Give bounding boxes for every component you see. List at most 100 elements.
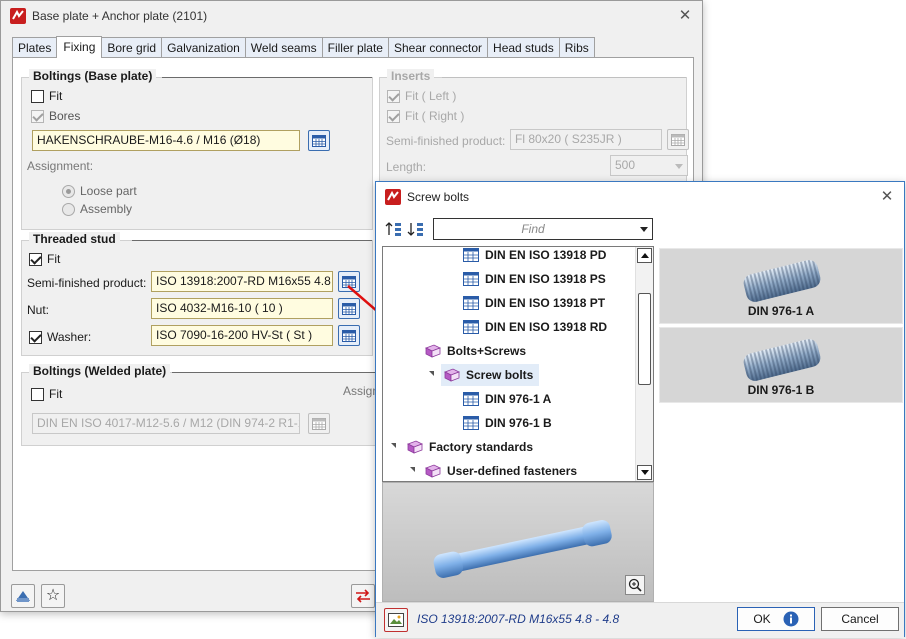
boltings-base-group: Boltings (Base plate) Fit Bores HAKENSCH…	[21, 69, 373, 230]
fit-right-checkbox[interactable]: Fit ( Right )	[387, 109, 464, 123]
length-value: 500	[615, 158, 636, 172]
washer-checkbox[interactable]: Washer:	[29, 330, 91, 344]
title-bar: Screw bolts ✕	[376, 182, 904, 212]
arrow-down-icon	[640, 470, 649, 475]
table-icon	[463, 248, 479, 262]
tab-bore-grid[interactable]: Bore grid	[101, 37, 163, 58]
cancel-button[interactable]: Cancel	[821, 607, 899, 631]
find-combobox[interactable]: Find	[433, 218, 653, 240]
tree-item[interactable]: Bolts+Screws	[425, 340, 526, 362]
welded-bolt-field[interactable]: DIN EN ISO 4017-M12-5.6 / M12 (DIN 974-2…	[32, 413, 300, 434]
sort-descending-button[interactable]	[406, 219, 426, 239]
fit-checkbox[interactable]: Fit	[31, 89, 62, 103]
tree-item-label: Bolts+Screws	[447, 344, 527, 358]
catalog-tree[interactable]: DIN EN ISO 13918 PD DIN EN ISO 13918 PS …	[382, 246, 654, 482]
table-icon	[463, 392, 479, 406]
catalog-browse-button[interactable]	[667, 129, 689, 150]
collapse-triangle-icon[interactable]	[429, 371, 434, 376]
scroll-down-button[interactable]	[637, 465, 652, 480]
stud-bolt-preview-image	[433, 520, 612, 578]
checkbox-label: Fit	[49, 89, 63, 103]
nut-label: Nut:	[27, 303, 50, 317]
result-label: DIN 976-1 A	[747, 304, 815, 318]
group-title: Boltings (Base plate)	[29, 69, 157, 83]
bolt-field[interactable]: HAKENSCHRAUBE-M16-4.6 / M16 (Ø18)	[32, 130, 300, 151]
tab-head-studs[interactable]: Head studs	[487, 37, 560, 58]
tree-item-label: Screw bolts	[466, 368, 534, 382]
checkbox-box	[29, 252, 42, 266]
zoom-button[interactable]	[625, 575, 645, 595]
insert-semi-field[interactable]: Fl 80x20 ( S235JR )	[510, 129, 662, 150]
tree-item[interactable]: DIN EN ISO 13918 PS	[463, 268, 606, 290]
table-icon	[463, 416, 479, 430]
scroll-thumb[interactable]	[638, 293, 651, 385]
fit-left-checkbox[interactable]: Fit ( Left )	[387, 89, 456, 103]
scroll-up-button[interactable]	[637, 248, 652, 263]
collapse-triangle-icon[interactable]	[410, 467, 415, 472]
sort-up-icon	[385, 222, 401, 236]
tab-filler-plate[interactable]: Filler plate	[321, 37, 389, 58]
close-icon[interactable]: ✕	[676, 7, 694, 25]
checkbox-label: Fit	[49, 387, 63, 401]
tab-fixing[interactable]: Fixing	[56, 36, 103, 58]
swap-button[interactable]	[351, 584, 375, 608]
threaded-stud-group: Threaded stud Fit Semi-finished product:…	[21, 232, 373, 356]
checkbox-box	[29, 330, 42, 344]
chevron-down-icon[interactable]	[640, 227, 648, 232]
nut-field[interactable]: ISO 4032-M16-10 ( 10 )	[151, 298, 333, 319]
tree-item-label: DIN 976-1 A	[485, 392, 552, 406]
threaded-rod-thumbnail	[743, 339, 821, 381]
bores-checkbox[interactable]: Bores	[31, 109, 80, 123]
collapse-triangle-icon[interactable]	[391, 443, 396, 448]
preview-button[interactable]	[11, 584, 35, 608]
ok-button[interactable]: OK	[737, 607, 815, 631]
tab-ribs[interactable]: Ribs	[558, 37, 595, 58]
catalog-icon	[312, 417, 326, 430]
result-card-din-976-1-b[interactable]: DIN 976-1 B	[659, 327, 903, 403]
screw-bolts-dialog: Screw bolts ✕ Find DIN EN ISO 13918 PD D…	[375, 181, 905, 638]
catalog-browse-button[interactable]	[308, 130, 330, 151]
info-icon[interactable]	[783, 611, 799, 627]
tree-item[interactable]: DIN 976-1 B	[463, 412, 552, 434]
radio-label: Loose part	[80, 184, 137, 198]
stud-semi-field[interactable]: ISO 13918:2007-RD M16x55 4.8	[151, 271, 333, 292]
table-icon	[463, 296, 479, 310]
tab-weld-seams[interactable]: Weld seams	[244, 37, 323, 58]
tab-galvanization[interactable]: Galvanization	[161, 37, 246, 58]
tab-plates[interactable]: Plates	[12, 37, 58, 58]
image-toggle-button[interactable]	[384, 608, 408, 632]
tree-item[interactable]: DIN EN ISO 13918 RD	[463, 316, 607, 338]
preview-pane	[382, 482, 654, 602]
radio-assembly[interactable]: Assembly	[62, 202, 132, 216]
table-icon	[463, 320, 479, 334]
group-title: Boltings (Welded plate)	[29, 364, 171, 378]
checkbox-label: Washer:	[47, 330, 92, 344]
tab-shear-connector[interactable]: Shear connector	[387, 37, 489, 58]
tree-item[interactable]: DIN EN ISO 13918 PT	[463, 292, 605, 314]
checkbox-box	[31, 109, 44, 123]
catalog-browse-button[interactable]	[308, 413, 330, 434]
tree-scrollbar[interactable]	[635, 247, 653, 481]
welded-fit-checkbox[interactable]: Fit	[31, 387, 62, 401]
favorites-button[interactable]: ☆	[41, 584, 65, 608]
tree-item[interactable]: DIN 976-1 A	[463, 388, 551, 410]
tree-item[interactable]: DIN EN ISO 13918 PD	[463, 247, 606, 266]
checkbox-box	[31, 387, 44, 401]
book-icon	[425, 344, 441, 358]
tree-item-label: User-defined fasteners	[447, 464, 578, 478]
tree-item[interactable]: User-defined fasteners	[425, 460, 578, 481]
tree-item-selected[interactable]: Screw bolts	[441, 364, 540, 386]
radio-loose-part[interactable]: Loose part	[62, 184, 137, 198]
results-grid: DIN 976-1 A DIN 976-1 B	[657, 246, 904, 602]
stud-fit-checkbox[interactable]: Fit	[29, 252, 60, 266]
length-select[interactable]: 500	[610, 155, 688, 176]
radio-dot	[62, 184, 75, 198]
washer-field[interactable]: ISO 7090-16-200 HV-St ( St )	[151, 325, 333, 346]
tree-item[interactable]: Factory standards	[407, 436, 533, 458]
close-icon[interactable]: ✕	[878, 188, 896, 206]
tree-item-label: DIN 976-1 B	[485, 416, 552, 430]
group-title: Threaded stud	[29, 232, 120, 246]
sort-ascending-button[interactable]	[384, 219, 404, 239]
group-divider	[442, 77, 686, 78]
result-card-din-976-1-a[interactable]: DIN 976-1 A	[659, 248, 903, 324]
